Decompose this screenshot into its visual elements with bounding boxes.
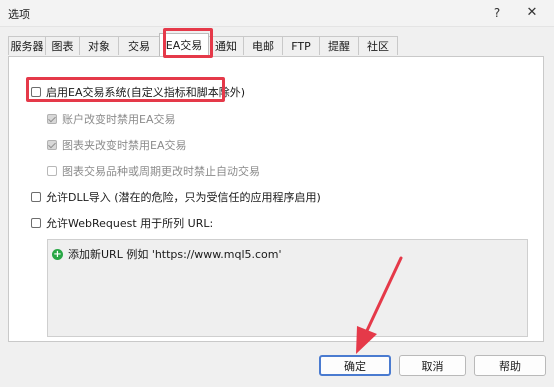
disable-profile-change-label: 图表夹改变时禁用EA交易 — [62, 139, 187, 152]
add-url-item[interactable]: + 添加新URL 例如 'https://www.mql5.com' — [52, 246, 282, 262]
tab-notifications[interactable]: 通知 — [208, 36, 244, 55]
help-button[interactable]: 帮助 — [474, 355, 546, 376]
enable-ea-checkbox[interactable] — [31, 87, 41, 97]
url-list[interactable]: + 添加新URL 例如 'https://www.mql5.com' — [47, 239, 528, 337]
tab-objects[interactable]: 对象 — [79, 36, 119, 55]
ok-button[interactable]: 确定 — [319, 355, 391, 376]
allow-dll-label: 允许DLL导入 (潜在的危险，只为受信任的应用程序启用) — [46, 191, 321, 204]
allow-webrequest-checkbox[interactable] — [31, 218, 41, 228]
tab-charts[interactable]: 图表 — [45, 36, 80, 55]
tab-community[interactable]: 社区 — [358, 36, 398, 55]
allow-webrequest-label: 允许WebRequest 用于所列 URL: — [46, 217, 214, 230]
allow-dll-checkbox[interactable] — [31, 192, 41, 202]
ea-settings-panel: 启用EA交易系统(自定义指标和脚本除外) 账户改变时禁用EA交易 图表夹改变时禁… — [8, 56, 544, 342]
window-title: 选项 — [8, 8, 30, 21]
tab-expert-advisors[interactable]: EA交易 — [159, 33, 209, 56]
tab-email[interactable]: 电邮 — [243, 36, 283, 55]
tab-alerts[interactable]: 提醒 — [319, 36, 359, 55]
close-icon[interactable]: ✕ — [521, 4, 543, 22]
disable-profile-change-checkbox[interactable] — [47, 140, 57, 150]
tab-trade[interactable]: 交易 — [118, 36, 160, 55]
disable-profile-change-option[interactable]: 图表夹改变时禁用EA交易 — [47, 137, 186, 153]
add-icon: + — [52, 248, 63, 260]
disable-account-change-label: 账户改变时禁用EA交易 — [62, 113, 176, 126]
enable-ea-label: 启用EA交易系统(自定义指标和脚本除外) — [46, 86, 246, 99]
disable-symbol-change-checkbox[interactable] — [47, 166, 57, 176]
title-bar: 选项 ? ✕ — [0, 0, 554, 27]
help-icon[interactable]: ? — [486, 4, 508, 22]
disable-account-change-option[interactable]: 账户改变时禁用EA交易 — [47, 111, 175, 127]
disable-account-change-checkbox[interactable] — [47, 114, 57, 124]
cancel-button[interactable]: 取消 — [399, 355, 466, 376]
tab-ftp[interactable]: FTP — [282, 36, 320, 55]
tab-server[interactable]: 服务器 — [8, 36, 46, 55]
enable-ea-option[interactable]: 启用EA交易系统(自定义指标和脚本除外) — [31, 84, 245, 100]
disable-symbol-change-label: 图表交易品种或周期更改时禁止自动交易 — [62, 165, 260, 178]
allow-dll-option[interactable]: 允许DLL导入 (潜在的危险，只为受信任的应用程序启用) — [31, 189, 321, 205]
disable-symbol-change-option[interactable]: 图表交易品种或周期更改时禁止自动交易 — [47, 163, 260, 179]
add-url-label: 添加新URL 例如 'https://www.mql5.com' — [68, 248, 282, 261]
allow-webrequest-option[interactable]: 允许WebRequest 用于所列 URL: — [31, 215, 213, 231]
